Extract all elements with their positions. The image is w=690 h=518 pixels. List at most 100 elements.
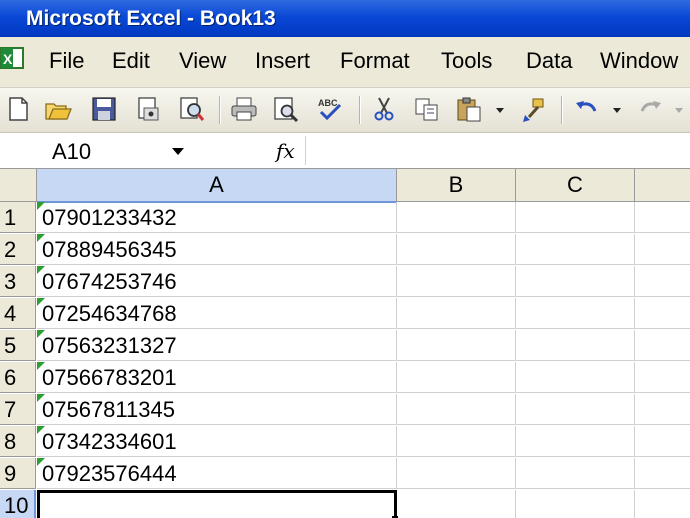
row-header[interactable]: 6 [0, 362, 36, 393]
cell-c[interactable] [516, 266, 635, 297]
cell-b[interactable] [397, 202, 516, 233]
insert-function-icon[interactable]: fx [276, 139, 295, 163]
cell-d[interactable] [635, 202, 690, 233]
svg-text:X: X [3, 51, 13, 67]
cell-c[interactable] [516, 202, 635, 233]
permission-icon[interactable] [134, 95, 162, 123]
row-header[interactable]: 5 [0, 330, 36, 361]
cell-d[interactable] [635, 266, 690, 297]
cell-d[interactable] [635, 330, 690, 361]
cell-b[interactable] [397, 426, 516, 457]
error-indicator-icon[interactable] [37, 394, 45, 402]
error-indicator-icon[interactable] [37, 458, 45, 466]
error-indicator-icon[interactable] [37, 362, 45, 370]
cell-b[interactable] [397, 394, 516, 425]
undo-icon[interactable] [573, 95, 601, 123]
print-preview-icon[interactable] [272, 95, 300, 123]
format-painter-icon[interactable] [519, 95, 547, 123]
name-box-dropdown-icon[interactable] [172, 148, 184, 155]
error-indicator-icon[interactable] [37, 298, 45, 306]
column-header-a[interactable]: A [37, 169, 397, 203]
cell-b[interactable] [397, 266, 516, 297]
spelling-icon[interactable]: ABC [316, 95, 344, 123]
open-icon[interactable] [44, 95, 72, 123]
cell-c[interactable] [516, 330, 635, 361]
cell-b[interactable] [397, 458, 516, 489]
row-header[interactable]: 9 [0, 458, 36, 489]
error-indicator-icon[interactable] [37, 426, 45, 434]
row-header[interactable]: 8 [0, 426, 36, 457]
cell-a[interactable]: 07901233432 [37, 202, 397, 233]
excel-doc-icon[interactable]: X [0, 45, 26, 71]
error-indicator-icon[interactable] [37, 266, 45, 274]
cell-c[interactable] [516, 234, 635, 265]
menu-data[interactable]: Data [526, 48, 572, 74]
cell-c[interactable] [516, 298, 635, 329]
title-bar[interactable]: Microsoft Excel - Book13 [0, 0, 690, 37]
cell-a[interactable]: 07923576444 [37, 458, 397, 489]
row-header[interactable]: 7 [0, 394, 36, 425]
new-icon[interactable] [4, 95, 32, 123]
cell-a[interactable]: 07254634768 [37, 298, 397, 329]
cell-b[interactable] [397, 362, 516, 393]
column-header-c[interactable]: C [516, 169, 635, 201]
toolbar-separator [219, 96, 220, 124]
cell-a[interactable]: 07342334601 [37, 426, 397, 457]
copy-icon[interactable] [413, 95, 441, 123]
error-indicator-icon[interactable] [37, 330, 45, 338]
row-header[interactable]: 2 [0, 234, 36, 265]
error-indicator-icon[interactable] [37, 234, 45, 242]
select-all-corner[interactable] [0, 169, 37, 201]
menu-view[interactable]: View [179, 48, 226, 74]
row-header[interactable]: 3 [0, 266, 36, 297]
menu-format[interactable]: Format [340, 48, 410, 74]
row-header[interactable]: 4 [0, 298, 36, 329]
cell-a[interactable]: 07566783201 [37, 362, 397, 393]
cell-d[interactable] [635, 298, 690, 329]
cell-c[interactable] [516, 490, 635, 518]
cell-c[interactable] [516, 394, 635, 425]
column-header-d[interactable] [635, 169, 690, 201]
cell-d[interactable] [635, 234, 690, 265]
cell-a[interactable]: 07563231327 [37, 330, 397, 361]
name-box[interactable]: A10 [0, 136, 198, 165]
save-icon[interactable] [90, 95, 118, 123]
paste-dropdown-icon[interactable] [493, 95, 507, 123]
column-header-b[interactable]: B [397, 169, 516, 201]
formula-bar: A10 fx [0, 133, 690, 169]
cell-a[interactable]: 07889456345 [37, 234, 397, 265]
redo-dropdown-icon[interactable] [672, 95, 686, 123]
cell-d[interactable] [635, 362, 690, 393]
paste-icon[interactable] [455, 95, 483, 123]
cell-a[interactable]: 07567811345 [37, 394, 397, 425]
menu-insert[interactable]: Insert [255, 48, 310, 74]
cell-b[interactable] [397, 330, 516, 361]
error-indicator-icon[interactable] [37, 202, 45, 210]
table-row: 9 07923576444 [0, 458, 690, 489]
cell-a[interactable]: 07674253746 [37, 266, 397, 297]
active-cell[interactable] [37, 490, 397, 518]
row-header[interactable]: 1 [0, 202, 36, 233]
cell-b[interactable] [397, 298, 516, 329]
cell-d[interactable] [635, 394, 690, 425]
cell-value: 07254634768 [42, 301, 177, 326]
cell-c[interactable] [516, 426, 635, 457]
menu-edit[interactable]: Edit [112, 48, 150, 74]
menu-file[interactable]: File [49, 48, 84, 74]
menu-window[interactable]: Window [600, 48, 678, 74]
cell-c[interactable] [516, 362, 635, 393]
cut-icon[interactable] [370, 95, 398, 123]
redo-icon[interactable] [636, 95, 664, 123]
cell-c[interactable] [516, 458, 635, 489]
cell-d[interactable] [635, 490, 690, 518]
menu-tools[interactable]: Tools [441, 48, 492, 74]
formula-input[interactable] [305, 136, 690, 165]
cell-d[interactable] [635, 426, 690, 457]
research-icon[interactable] [178, 95, 206, 123]
cell-b[interactable] [397, 490, 516, 518]
row-header[interactable]: 10 [0, 490, 36, 518]
undo-dropdown-icon[interactable] [610, 95, 624, 123]
print-icon[interactable] [230, 95, 258, 123]
cell-b[interactable] [397, 234, 516, 265]
cell-d[interactable] [635, 458, 690, 489]
